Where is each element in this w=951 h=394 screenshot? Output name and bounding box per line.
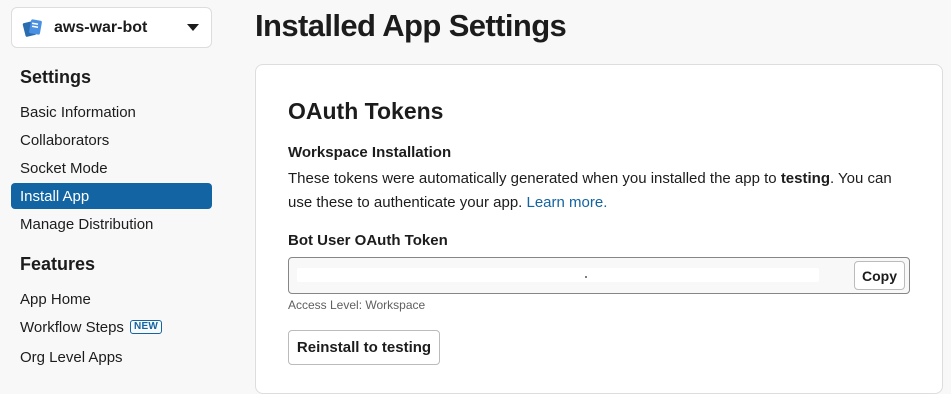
copy-button[interactable]: Copy [854,261,905,290]
sidebar-item-app-home[interactable]: App Home [11,286,212,312]
section-title: OAuth Tokens [288,98,444,124]
sidebar-item-basic-information[interactable]: Basic Information [11,99,212,125]
sidebar-item-manage-distribution[interactable]: Manage Distribution [11,211,212,237]
chevron-down-icon [187,24,199,31]
oauth-tokens-card: OAuth Tokens Workspace Installation Thes… [255,64,943,394]
app-switcher[interactable]: aws-war-bot [11,7,212,48]
reinstall-button[interactable]: Reinstall to testing [288,330,440,365]
bot-token-label: Bot User OAuth Token [288,232,448,249]
bot-token-value[interactable] [297,268,819,282]
sidebar-item-collaborators[interactable]: Collaborators [11,127,212,153]
description-text: These tokens were automatically generate… [288,170,781,187]
sidebar-heading-features: Features [20,254,96,274]
token-mask-dot [585,276,587,278]
learn-more-link[interactable]: Learn more. [527,194,608,211]
new-badge: NEW [129,320,163,334]
app-logo-icon [22,18,42,37]
app-name: aws-war-bot [54,18,148,36]
workspace-installation-title: Workspace Installation [288,144,452,161]
sidebar-item-workflow-steps[interactable]: Workflow Steps NEW [11,314,212,340]
sidebar-heading-settings: Settings [20,67,92,87]
bot-token-field[interactable]: Copy [288,257,910,294]
sidebar-item-socket-mode[interactable]: Socket Mode [11,155,212,181]
sidebar-item-label: Workflow Steps [20,318,124,336]
page-title: Installed App Settings [255,8,567,43]
tokens-description: These tokens were automatically generate… [288,167,908,215]
sidebar-item-install-app[interactable]: Install App [11,183,212,209]
sidebar-item-org-level-apps[interactable]: Org Level Apps [11,344,212,370]
access-level-text: Access Level: Workspace [288,298,426,312]
workspace-name: testing [780,170,830,187]
